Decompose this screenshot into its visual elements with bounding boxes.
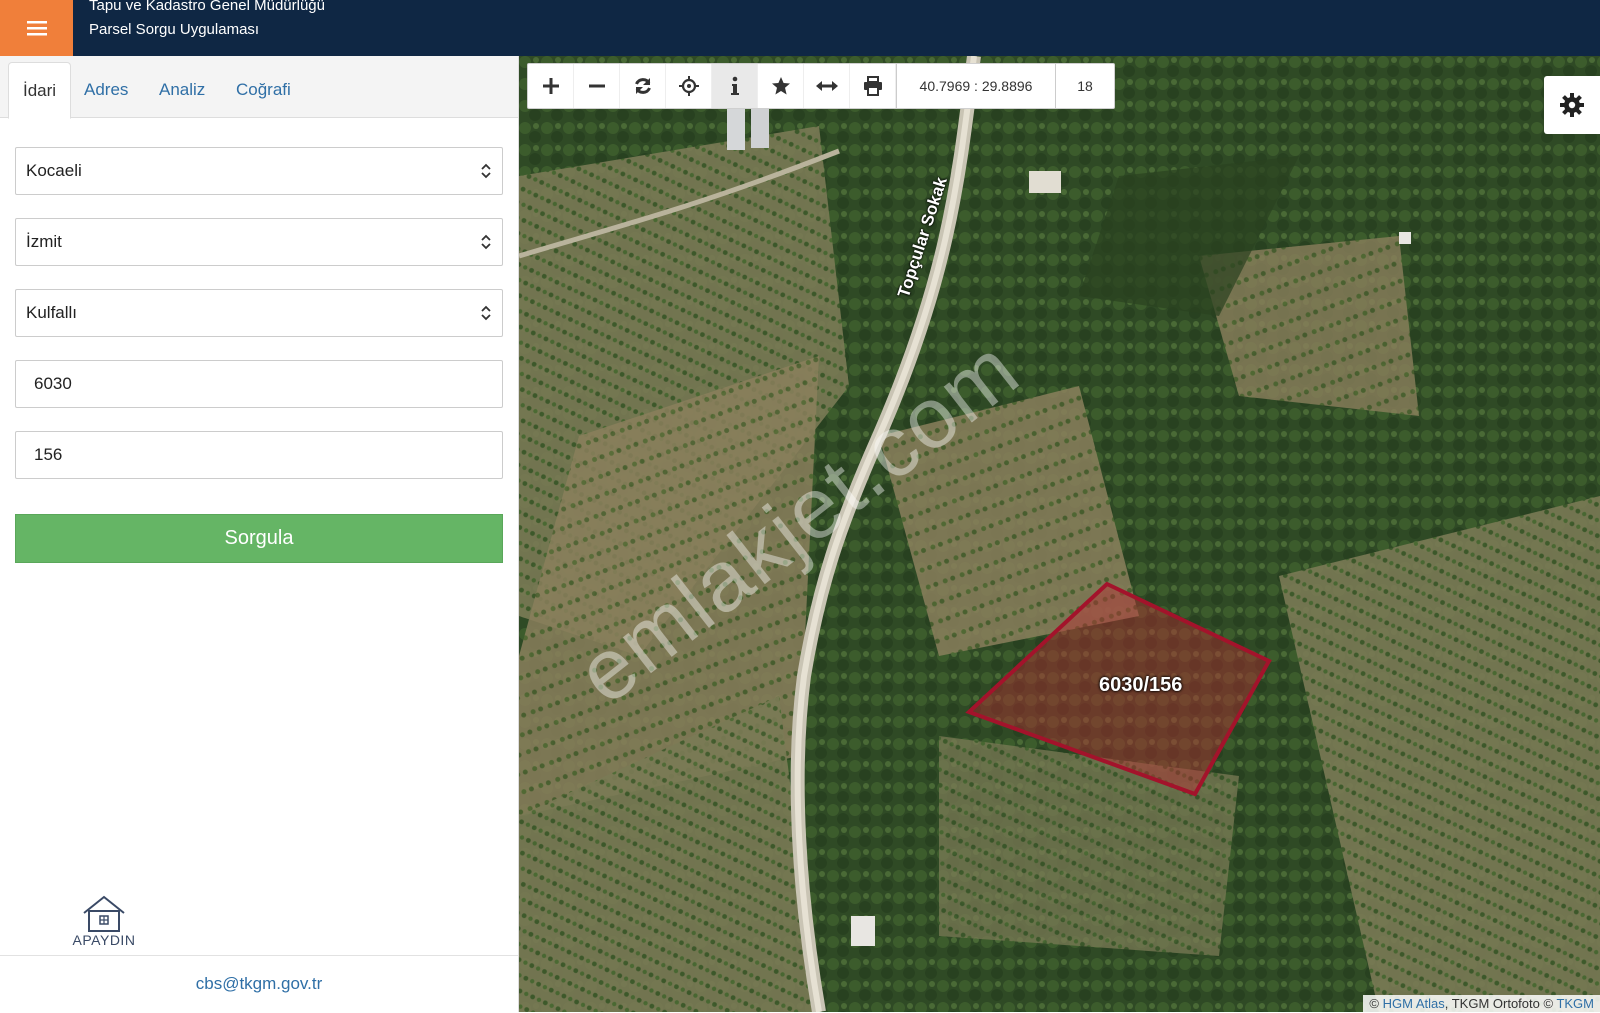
mahalle-select[interactable]: Kulfallı — [15, 289, 503, 337]
select-caret-icon — [481, 234, 491, 250]
print-icon — [863, 76, 882, 96]
zoom-level-readout: 18 — [1077, 78, 1093, 94]
tab-bar: İdari Adres Analiz Coğrafi — [0, 56, 518, 119]
hamburger-icon — [26, 21, 47, 36]
tab-idari[interactable]: İdari — [8, 62, 72, 119]
satellite-imagery — [519, 56, 1600, 1012]
locate-button[interactable] — [666, 64, 712, 108]
tkgm-link[interactable]: TKGM — [1556, 996, 1594, 1011]
logo-text: APAYDIN — [72, 932, 136, 948]
map-attribution: © HGM Atlas, TKGM Ortofoto © TKGM — [1363, 995, 1600, 1012]
hgm-atlas-link[interactable]: HGM Atlas — [1383, 996, 1445, 1011]
zoom-out-icon — [588, 84, 605, 88]
tab-cografi[interactable]: Coğrafi — [222, 62, 305, 117]
print-button[interactable] — [850, 64, 896, 108]
parcel-label: 6030/156 — [1099, 674, 1183, 696]
ilce-select[interactable]: İzmit — [15, 218, 503, 266]
map-toolbar: 40.7969 : 29.8896 18 — [527, 63, 1115, 109]
zoom-out-button[interactable] — [574, 64, 620, 108]
ada-input[interactable]: 6030 — [15, 360, 503, 408]
app-title-line1: Tapu ve Kadastro Genel Müdürlüğü — [89, 0, 325, 14]
favorite-button[interactable] — [758, 64, 804, 108]
gear-icon — [1560, 93, 1584, 117]
parsel-input-value: 156 — [34, 445, 63, 464]
zoom-in-icon — [542, 78, 559, 94]
menu-button[interactable] — [0, 0, 73, 56]
refresh-icon — [634, 78, 651, 94]
ilce-select-value: İzmit — [26, 232, 62, 251]
settings-button[interactable] — [1544, 76, 1600, 134]
zoom-in-button[interactable] — [528, 64, 574, 108]
locate-icon — [678, 76, 699, 96]
parsel-input[interactable]: 156 — [15, 431, 503, 479]
sorgula-button[interactable]: Sorgula — [15, 514, 503, 563]
info-icon — [730, 76, 739, 95]
contact-email-link[interactable]: cbs@tkgm.gov.tr — [0, 974, 518, 994]
il-select[interactable]: Kocaeli — [15, 147, 503, 195]
app-title-line2: Parsel Sorgu Uygulaması — [89, 21, 260, 38]
favorite-icon — [771, 77, 790, 95]
attribution-middle: , TKGM Ortofoto © — [1444, 996, 1557, 1011]
tab-adres[interactable]: Adres — [70, 62, 142, 117]
ada-input-value: 6030 — [34, 374, 72, 393]
select-caret-icon — [481, 305, 491, 321]
query-sidebar: İdari Adres Analiz Coğrafi Kocaeli İzmit… — [0, 56, 519, 1013]
refresh-button[interactable] — [620, 64, 666, 108]
mahalle-select-value: Kulfallı — [26, 303, 78, 322]
sidebar-footer: cbs@tkgm.gov.tr — [0, 955, 518, 1013]
app-title: Tapu ve Kadastro Genel Müdürlüğü Parsel … — [89, 0, 325, 42]
tab-analiz[interactable]: Analiz — [145, 62, 219, 117]
select-caret-icon — [481, 163, 491, 179]
measure-button[interactable] — [804, 64, 850, 108]
apaydin-logo: APAYDIN — [62, 891, 146, 948]
measure-icon — [815, 81, 838, 91]
info-button[interactable] — [712, 64, 758, 108]
il-select-value: Kocaeli — [26, 161, 82, 180]
attribution-prefix: © — [1369, 996, 1383, 1011]
map-view[interactable]: emlakjet.com Topçular Sokak 6030/156 40.… — [519, 56, 1600, 1012]
coordinates-readout: 40.7969 : 29.8896 — [896, 64, 1056, 108]
app-header: Tapu ve Kadastro Genel Müdürlüğü Parsel … — [0, 0, 1600, 56]
